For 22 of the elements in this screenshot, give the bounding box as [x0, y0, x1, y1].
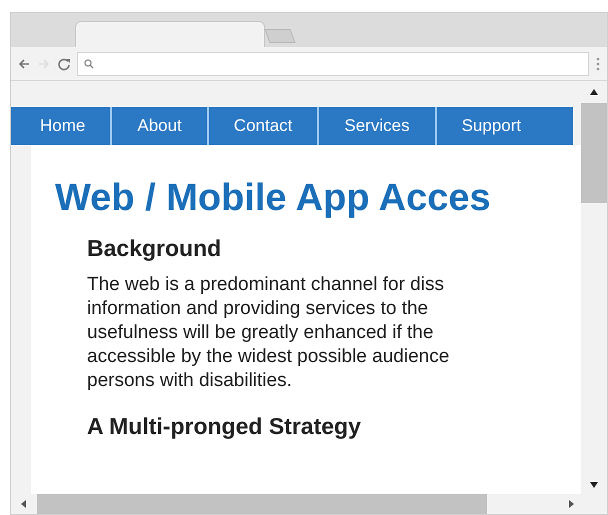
section-heading: Background [87, 234, 222, 263]
scroll-down-icon[interactable] [590, 482, 598, 488]
scroll-left-icon[interactable] [21, 500, 27, 508]
scrollbar-thumb[interactable] [581, 103, 607, 203]
address-field[interactable] [77, 52, 589, 76]
back-arrow-icon[interactable] [17, 56, 31, 70]
nav-link[interactable]: About [112, 113, 207, 139]
nav-link[interactable]: Support [436, 113, 546, 139]
menu-icon[interactable] [595, 56, 601, 72]
scroll-up-icon[interactable] [590, 89, 598, 95]
search-icon [84, 58, 94, 68]
nav-link[interactable]: Services [319, 113, 435, 139]
browser-tab[interactable] [75, 21, 265, 47]
nav-link[interactable]: Contact [208, 113, 318, 139]
nav-link[interactable]: Home [15, 113, 110, 139]
new-tab-button[interactable] [264, 29, 296, 43]
scroll-right-icon[interactable] [569, 500, 575, 508]
background-paragraph: The web is a predominant channel for diss information and providing services to the usefulness will be greatly enhanced if the accessible by the widest possible audience persons with disabilities. [87, 273, 450, 393]
section-heading: A Multi-pronged Strategy [87, 412, 362, 441]
scrollbar-thumb[interactable] [37, 494, 487, 514]
page-title: Web / Mobile App Acces [55, 176, 492, 221]
reload-icon[interactable] [57, 56, 71, 70]
